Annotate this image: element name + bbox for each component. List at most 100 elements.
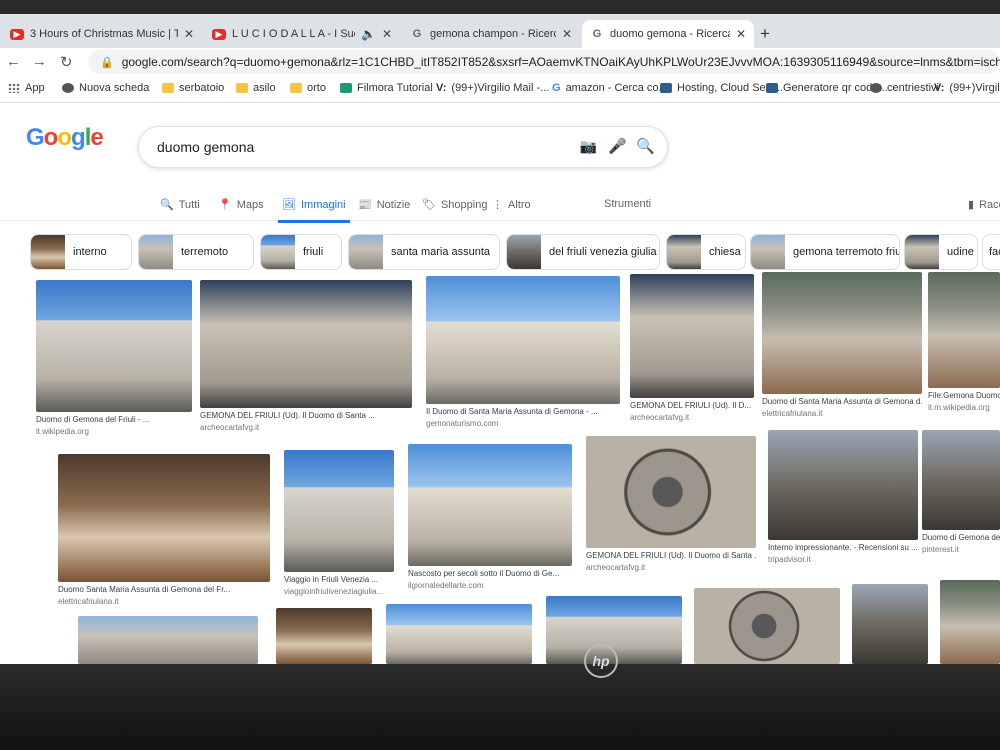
speaker-icon[interactable]: 🔈: [361, 27, 376, 41]
chip-friuli[interactable]: friuli: [260, 234, 342, 270]
result-card[interactable]: [386, 604, 532, 664]
result-image[interactable]: [426, 276, 620, 404]
search-box[interactable]: duomo gemona 📷 🎤 🔍: [138, 126, 668, 168]
result-caption[interactable]: Interno impressionante. - Recensioni su …: [768, 543, 918, 552]
result-image[interactable]: [386, 604, 532, 664]
result-image[interactable]: [762, 272, 922, 394]
tools-button[interactable]: Strumenti: [604, 198, 651, 210]
result-image[interactable]: [922, 430, 1000, 530]
result-card[interactable]: Duomo di Santa Maria Assunta di Gemona d…: [762, 272, 922, 418]
result-caption[interactable]: GEMONA DEL FRIULI (Ud). Il Duomo di Sant…: [586, 551, 756, 560]
result-image[interactable]: [408, 444, 572, 566]
bookmark-nuova-scheda[interactable]: Nuova scheda: [62, 82, 149, 94]
search-input[interactable]: duomo gemona: [157, 139, 254, 155]
result-card[interactable]: [940, 580, 1000, 664]
result-image[interactable]: [852, 584, 928, 664]
tab-luciodalla[interactable]: ▶ L U C I O D A L L A - I Succes 🔈 ✕: [204, 20, 400, 48]
bookmark-asilo[interactable]: asilo: [236, 82, 276, 94]
result-image[interactable]: [768, 430, 918, 540]
result-image[interactable]: [928, 272, 1000, 388]
result-card[interactable]: File:Gemona Duomo del ... it.m.wikipedia…: [928, 272, 1000, 412]
google-logo[interactable]: Google: [26, 124, 104, 152]
reload-icon[interactable]: ↻: [60, 53, 73, 71]
bookmark-virgilio-2[interactable]: V: (99+)Virgilio M...: [934, 82, 1000, 94]
result-card[interactable]: [276, 608, 372, 664]
bookmark-hosting[interactable]: Hosting, Cloud Serv...: [660, 82, 783, 94]
result-caption[interactable]: Duomo di Gemona del Friuli - ...: [36, 415, 192, 424]
result-card[interactable]: GEMONA DEL FRIULI (Ud). Il Duomo di Sant…: [200, 280, 412, 432]
result-image[interactable]: [36, 280, 192, 412]
tab-gemona-champion[interactable]: G gemona champon - Ricerca Goo ✕: [402, 20, 580, 48]
bookmark-orto[interactable]: orto: [290, 82, 326, 94]
microphone-icon[interactable]: 🎤: [608, 137, 627, 155]
result-card[interactable]: GEMONA DEL FRIULI (Ud). Il D... archeoca…: [630, 274, 754, 422]
close-icon[interactable]: ✕: [382, 27, 392, 41]
back-icon[interactable]: ←: [6, 53, 21, 70]
result-image[interactable]: [630, 274, 754, 398]
new-tab-button[interactable]: +: [760, 24, 770, 44]
result-caption[interactable]: GEMONA DEL FRIULI (Ud). Il Duomo di Sant…: [200, 411, 412, 420]
result-image[interactable]: [78, 616, 258, 664]
tab-altro[interactable]: ⋮ Altro: [492, 198, 531, 212]
tab-tutti[interactable]: 🔍 Tutti: [160, 198, 200, 212]
chip-gemona-terremoto-friuli[interactable]: gemona terremoto friuli: [750, 234, 900, 270]
bookmark-virgilio[interactable]: V: (99+)Virgilio Mail -...: [436, 82, 549, 94]
tab-duomo-gemona[interactable]: G duomo gemona - Ricerca Google ✕: [582, 20, 754, 48]
result-card[interactable]: Nascosto per secoli sotto il Duomo di Ge…: [408, 444, 572, 590]
chip-thumbnail: [31, 235, 65, 269]
result-card[interactable]: [852, 584, 928, 664]
youtube-icon: ▶: [10, 28, 24, 40]
result-image[interactable]: [284, 450, 394, 572]
result-image[interactable]: [940, 580, 1000, 664]
result-image[interactable]: [586, 436, 756, 548]
bookmark-amazon[interactable]: Gamazon - Cerca co...: [552, 82, 668, 94]
folder-icon: [162, 83, 174, 93]
result-card[interactable]: [694, 588, 840, 664]
result-image[interactable]: [58, 454, 270, 582]
result-caption[interactable]: Viaggio in Friuli Venezia ...: [284, 575, 394, 584]
result-image[interactable]: [694, 588, 840, 664]
result-caption[interactable]: GEMONA DEL FRIULI (Ud). Il D...: [630, 401, 754, 410]
bookmark-serbatoio[interactable]: serbatoio: [162, 82, 224, 94]
tab-shopping[interactable]: 🏷 Shopping: [422, 198, 487, 212]
result-card[interactable]: Duomo Santa Maria Assunta di Gemona del …: [58, 454, 270, 606]
result-card[interactable]: [78, 616, 258, 664]
result-caption[interactable]: Nascosto per secoli sotto il Duomo di Ge…: [408, 569, 572, 578]
result-caption[interactable]: Duomo Santa Maria Assunta di Gemona del …: [58, 585, 270, 594]
result-image[interactable]: [200, 280, 412, 408]
chip-udine[interactable]: udine: [904, 234, 978, 270]
map-pin-icon: 📍: [218, 199, 232, 211]
result-caption[interactable]: Duomo di Gemona del ...: [922, 533, 1000, 542]
result-caption[interactable]: Il Duomo di Santa Maria Assunta di Gemon…: [426, 407, 620, 416]
chip-interno[interactable]: interno: [30, 234, 132, 270]
chip-santa-maria-assunta[interactable]: santa maria assunta: [348, 234, 500, 270]
chip-fac[interactable]: fac: [982, 234, 1000, 270]
search-icon[interactable]: 🔍: [636, 137, 655, 155]
tab-christmas-music[interactable]: ▶ 3 Hours of Christmas Music | Trac ✕: [2, 20, 202, 48]
chip-terremoto[interactable]: terremoto: [138, 234, 254, 270]
close-icon[interactable]: ✕: [736, 27, 746, 41]
bookmark-app[interactable]: App: [8, 82, 45, 94]
close-icon[interactable]: ✕: [184, 27, 194, 41]
chip-friuli-venezia-giulia[interactable]: del friuli venezia giulia: [506, 234, 660, 270]
result-card[interactable]: Il Duomo di Santa Maria Assunta di Gemon…: [426, 276, 620, 428]
address-bar[interactable]: 🔒 google.com/search?q=duomo+gemona&rlz=1…: [88, 50, 1000, 74]
result-caption[interactable]: Duomo di Santa Maria Assunta di Gemona d…: [762, 397, 922, 406]
bookmark-centriestivi[interactable]: centriestivi: [870, 82, 939, 94]
tab-immagini[interactable]: 🖼 Immagini: [278, 198, 350, 223]
result-card[interactable]: Duomo di Gemona del Friuli - ... it.wiki…: [36, 280, 192, 436]
result-card[interactable]: Viaggio in Friuli Venezia ... viaggioinf…: [284, 450, 394, 596]
result-card[interactable]: GEMONA DEL FRIULI (Ud). Il Duomo di Sant…: [586, 436, 756, 572]
tab-maps[interactable]: 📍 Maps: [218, 198, 264, 212]
result-card[interactable]: Duomo di Gemona del ... pinterest.it: [922, 430, 1000, 554]
result-card[interactable]: Interno impressionante. - Recensioni su …: [768, 430, 918, 564]
result-caption[interactable]: File:Gemona Duomo del ...: [928, 391, 1000, 400]
collections-button[interactable]: ▮ Racc: [968, 198, 1000, 212]
tab-notizie[interactable]: 📰 Notizie: [358, 198, 410, 212]
close-icon[interactable]: ✕: [562, 27, 572, 41]
bookmark-filmora[interactable]: Filmora Tutorial: [340, 82, 433, 94]
camera-icon[interactable]: 📷: [580, 138, 597, 155]
result-image[interactable]: [276, 608, 372, 664]
forward-icon[interactable]: →: [32, 53, 47, 70]
chip-chiesa[interactable]: chiesa: [666, 234, 746, 270]
